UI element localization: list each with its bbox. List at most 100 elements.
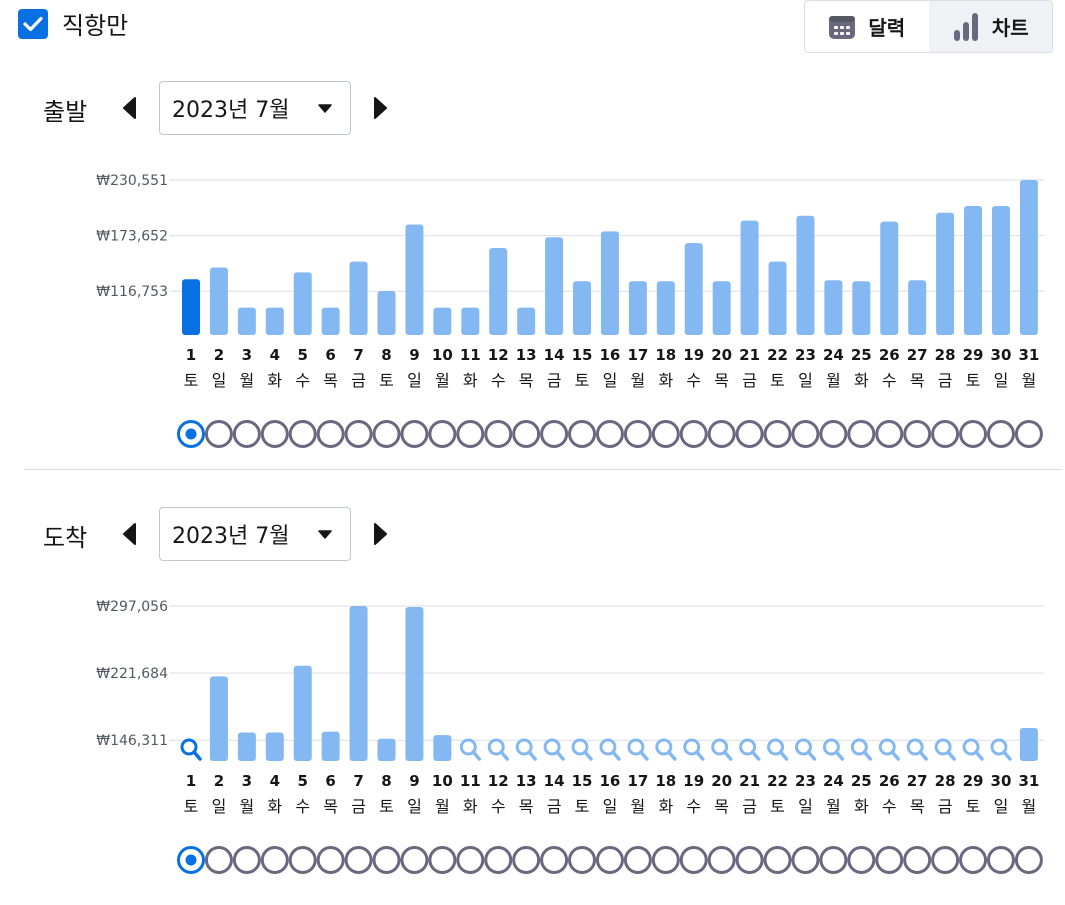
search-icon[interactable] bbox=[711, 738, 733, 761]
price-bar[interactable] bbox=[349, 261, 368, 335]
day-radio[interactable] bbox=[568, 846, 597, 874]
day-radio[interactable] bbox=[595, 420, 624, 448]
price-bar[interactable] bbox=[265, 307, 284, 335]
day-radio[interactable] bbox=[819, 846, 848, 874]
day-radio[interactable] bbox=[484, 846, 513, 874]
price-bar[interactable] bbox=[573, 281, 592, 335]
day-radio[interactable] bbox=[986, 846, 1015, 874]
day-radio[interactable] bbox=[763, 420, 792, 448]
search-icon[interactable] bbox=[878, 738, 900, 761]
day-radio[interactable] bbox=[177, 420, 205, 448]
day-radio[interactable] bbox=[484, 420, 513, 448]
search-icon[interactable] bbox=[180, 738, 202, 761]
price-bar[interactable] bbox=[293, 272, 312, 335]
day-radio[interactable] bbox=[512, 420, 541, 448]
price-bar[interactable] bbox=[1019, 180, 1038, 335]
price-bar[interactable] bbox=[265, 732, 284, 761]
price-bar[interactable] bbox=[377, 738, 396, 761]
search-icon[interactable] bbox=[767, 738, 789, 761]
price-bar[interactable] bbox=[628, 281, 647, 335]
day-radio[interactable] bbox=[456, 846, 485, 874]
price-bar[interactable] bbox=[600, 231, 619, 335]
day-radio[interactable] bbox=[959, 420, 988, 448]
day-radio[interactable] bbox=[260, 420, 289, 448]
day-radio[interactable] bbox=[931, 420, 960, 448]
day-radio[interactable] bbox=[232, 846, 261, 874]
price-bar[interactable] bbox=[517, 307, 536, 335]
day-radio[interactable] bbox=[204, 420, 233, 448]
day-radio[interactable] bbox=[986, 420, 1015, 448]
price-bar[interactable] bbox=[712, 281, 731, 335]
price-bar[interactable] bbox=[349, 606, 368, 761]
day-radio[interactable] bbox=[931, 846, 960, 874]
day-radio[interactable] bbox=[791, 846, 820, 874]
day-radio[interactable] bbox=[1014, 420, 1043, 448]
price-bar[interactable] bbox=[433, 307, 452, 335]
price-bar[interactable] bbox=[321, 307, 340, 335]
day-radio[interactable] bbox=[540, 846, 569, 874]
price-bar[interactable] bbox=[182, 279, 200, 335]
search-icon[interactable] bbox=[459, 738, 482, 761]
day-radio[interactable] bbox=[316, 420, 345, 448]
day-radio[interactable] bbox=[735, 846, 764, 874]
day-radio[interactable] bbox=[428, 420, 457, 448]
price-bar[interactable] bbox=[824, 280, 843, 335]
day-radio[interactable] bbox=[875, 420, 904, 448]
search-icon[interactable] bbox=[683, 738, 705, 761]
search-icon[interactable] bbox=[850, 738, 873, 761]
day-radio[interactable] bbox=[1014, 846, 1043, 874]
price-bar[interactable] bbox=[768, 261, 787, 335]
day-radio[interactable] bbox=[819, 420, 848, 448]
price-bar[interactable] bbox=[936, 212, 955, 335]
price-bar[interactable] bbox=[321, 731, 340, 761]
price-bar[interactable] bbox=[237, 732, 256, 761]
price-bar[interactable] bbox=[489, 247, 508, 335]
day-radio[interactable] bbox=[707, 420, 736, 448]
day-radio[interactable] bbox=[372, 420, 401, 448]
day-radio[interactable] bbox=[288, 846, 317, 874]
day-radio[interactable] bbox=[260, 846, 289, 874]
price-bar[interactable] bbox=[237, 307, 256, 335]
price-bar[interactable] bbox=[293, 665, 312, 761]
day-radio[interactable] bbox=[959, 846, 988, 874]
search-icon[interactable] bbox=[990, 738, 1012, 761]
price-bar[interactable] bbox=[796, 215, 815, 335]
day-radio[interactable] bbox=[400, 846, 429, 874]
price-bar[interactable] bbox=[405, 224, 424, 335]
day-radio[interactable] bbox=[316, 846, 345, 874]
search-icon[interactable] bbox=[571, 738, 593, 761]
day-radio[interactable] bbox=[847, 846, 876, 874]
day-radio[interactable] bbox=[847, 420, 876, 448]
day-radio[interactable] bbox=[791, 420, 820, 448]
day-radio[interactable] bbox=[512, 846, 541, 874]
day-radio[interactable] bbox=[344, 420, 373, 448]
price-bar[interactable] bbox=[461, 307, 480, 335]
price-bar[interactable] bbox=[964, 205, 983, 335]
search-icon[interactable] bbox=[655, 738, 677, 761]
day-radio[interactable] bbox=[651, 420, 680, 448]
day-radio[interactable] bbox=[679, 846, 708, 874]
price-bar[interactable] bbox=[656, 281, 675, 335]
price-bar[interactable] bbox=[684, 243, 703, 335]
search-icon[interactable] bbox=[822, 738, 845, 761]
day-radio[interactable] bbox=[875, 846, 904, 874]
day-radio[interactable] bbox=[623, 420, 652, 448]
day-radio[interactable] bbox=[735, 420, 764, 448]
day-radio[interactable] bbox=[288, 420, 317, 448]
search-icon[interactable] bbox=[906, 738, 928, 761]
day-radio[interactable] bbox=[903, 420, 932, 448]
price-bar[interactable] bbox=[880, 221, 899, 335]
day-radio[interactable] bbox=[679, 420, 708, 448]
search-icon[interactable] bbox=[599, 738, 621, 761]
day-radio[interactable] bbox=[372, 846, 401, 874]
day-radio[interactable] bbox=[651, 846, 680, 874]
price-bar[interactable] bbox=[405, 606, 424, 761]
search-icon[interactable] bbox=[543, 738, 565, 761]
price-bar[interactable] bbox=[740, 220, 759, 335]
day-radio[interactable] bbox=[595, 846, 624, 874]
price-bar[interactable] bbox=[209, 676, 228, 761]
price-bar[interactable] bbox=[433, 735, 452, 761]
day-radio[interactable] bbox=[428, 846, 457, 874]
search-icon[interactable] bbox=[739, 738, 761, 761]
search-icon[interactable] bbox=[962, 738, 984, 761]
